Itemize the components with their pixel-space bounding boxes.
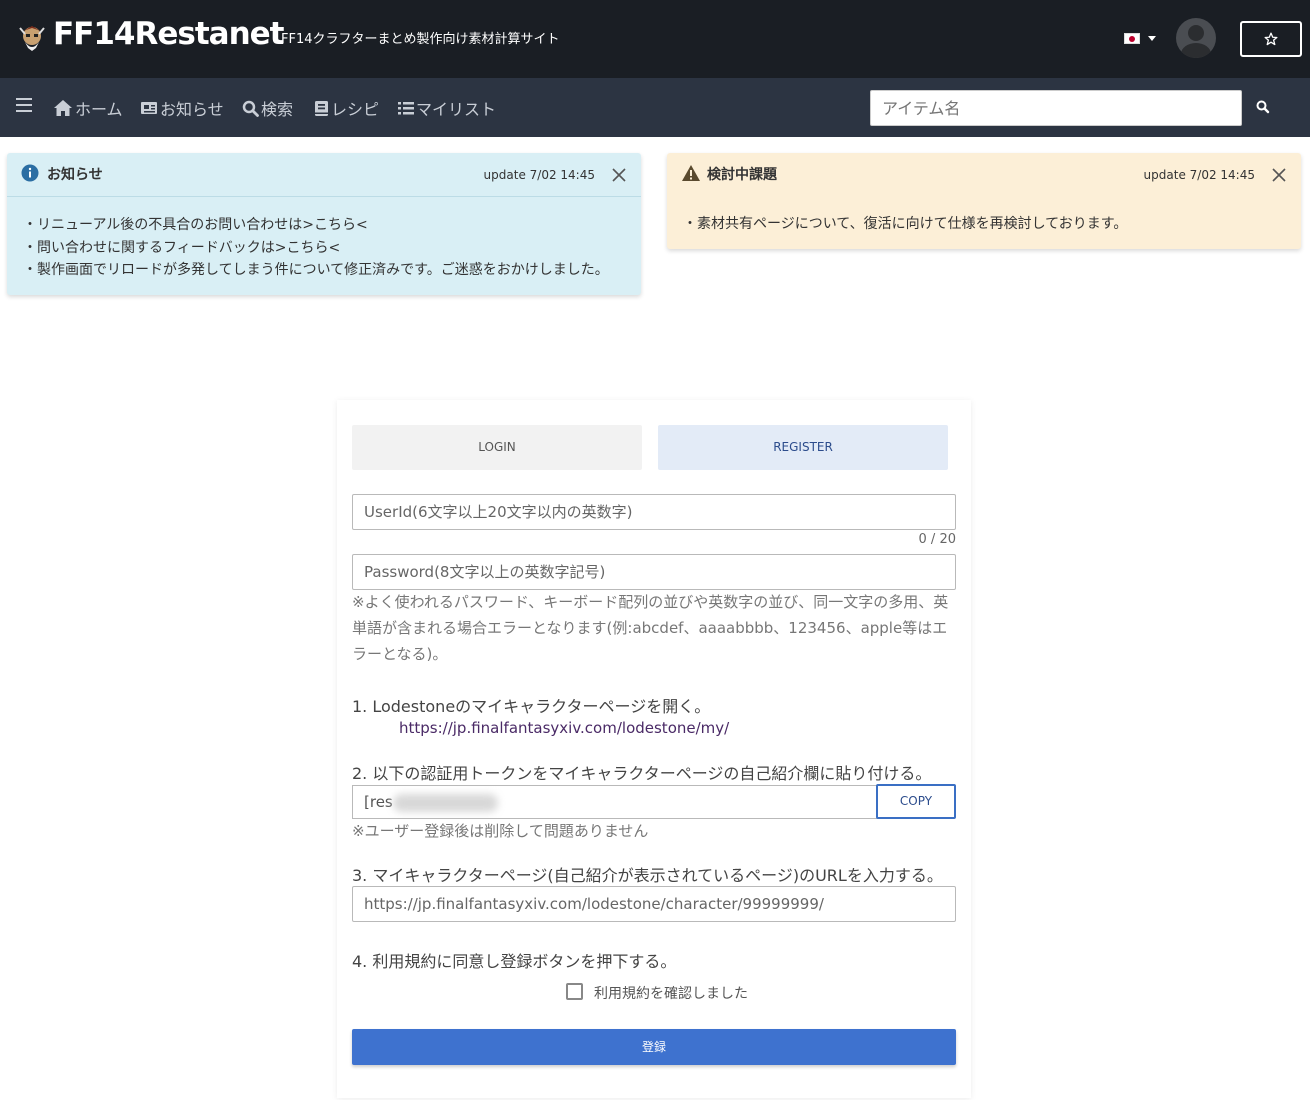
alert-title: 検討中課題	[707, 167, 777, 183]
nav-item-search[interactable]: 検索	[242, 96, 293, 120]
terms-checkbox[interactable]	[566, 983, 583, 1000]
step-4-text: 4. 利用規約に同意し登録ボタンを押下する。	[352, 952, 677, 971]
user-avatar[interactable]	[1176, 18, 1216, 58]
warning-icon	[682, 165, 700, 181]
alert-header: お知らせ update 7/02 14:45	[7, 153, 641, 197]
nav-item-label: ホーム	[75, 100, 123, 119]
warning-alert: 検討中課題 update 7/02 14:45 ・素材共有ページについて、復活に…	[667, 153, 1301, 249]
token-note: ※ユーザー登録後は削除して問題ありません	[352, 822, 649, 840]
brand-title[interactable]: FF14Restanet	[53, 16, 284, 52]
password-hint: ※よく使われるパスワード、キーボード配列の並びや英数字の並び、同一文字の多用、英…	[352, 593, 949, 663]
nav-item-home[interactable]: ホーム	[53, 96, 123, 120]
character-url-field[interactable]	[352, 886, 956, 922]
search-icon[interactable]	[1255, 99, 1271, 115]
home-icon	[54, 100, 72, 116]
chevron-down-icon[interactable]	[1148, 36, 1156, 41]
step-3-text: 3. マイキャラクターページ(自己紹介が表示されているページ)のURLを入力する…	[352, 866, 943, 885]
info-icon	[21, 164, 39, 182]
step-2-text: 2. 以下の認証用トークンをマイキャラクターページの自己紹介欄に貼り付ける。	[352, 764, 932, 783]
alert-body: ・素材共有ページについて、復活に向けて仕様を再検討しております。	[667, 196, 1127, 236]
token-redaction	[393, 794, 498, 812]
book-icon	[315, 100, 328, 116]
japan-flag-icon[interactable]	[1124, 33, 1140, 44]
lodestone-my-link[interactable]: https://jp.finalfantasyxiv.com/lodestone…	[399, 719, 729, 737]
copy-button[interactable]: COPY	[876, 784, 956, 819]
nav-item-news[interactable]: お知らせ	[140, 96, 224, 120]
alert-line: ・製作画面でリロードが多発してしまう件について修正済みです。ご迷惑をおかけしまし…	[23, 262, 609, 278]
site-tagline: FF14クラフターまとめ製作向け素材計算サイト	[281, 32, 560, 47]
tab-login[interactable]: LOGIN	[352, 425, 642, 470]
alert-header: 検討中課題 update 7/02 14:45	[667, 153, 1301, 197]
alert-body: ・リニューアル後の不具合のお問い合わせは>こちら< ・問い合わせに関するフィード…	[7, 197, 641, 282]
nav-item-mylist[interactable]: マイリスト	[398, 96, 496, 120]
alert-line-link[interactable]: ・リニューアル後の不具合のお問い合わせは>こちら<	[23, 214, 641, 237]
register-submit-button[interactable]: 登録	[352, 1029, 956, 1065]
password-field[interactable]	[352, 554, 956, 590]
info-alert: お知らせ update 7/02 14:45 ・リニューアル後の不具合のお問い合…	[7, 153, 641, 295]
tab-register[interactable]: REGISTER	[658, 425, 948, 470]
logo-icon[interactable]	[16, 22, 48, 54]
favorite-button[interactable]	[1240, 21, 1302, 57]
userid-field[interactable]	[352, 494, 956, 530]
search-icon	[242, 100, 259, 117]
menu-icon[interactable]	[16, 98, 32, 112]
alert-date: update 7/02 14:45	[483, 168, 595, 182]
alert-line-link[interactable]: ・問い合わせに関するフィードバックは>こちら<	[23, 237, 641, 260]
newspaper-icon	[141, 102, 157, 114]
list-icon	[398, 102, 414, 115]
nav-item-label: レシピ	[331, 100, 380, 119]
top-header: FF14Restanet FF14クラフターまとめ製作向け素材計算サイト	[0, 0, 1310, 78]
nav-item-label: 検索	[261, 100, 294, 119]
nav-item-label: お知らせ	[160, 100, 224, 119]
close-icon[interactable]	[611, 167, 627, 183]
token-field[interactable]: [res	[352, 785, 878, 819]
token-text: [res	[364, 793, 393, 811]
terms-label[interactable]: 利用規約を確認しました	[594, 983, 748, 1003]
step-1-text: 1. Lodestoneのマイキャラクターページを開く。	[352, 697, 711, 716]
close-icon[interactable]	[1271, 167, 1287, 183]
userid-counter: 0 / 20	[918, 532, 956, 547]
star-icon	[1264, 32, 1278, 46]
nav-item-recipe[interactable]: レシピ	[314, 96, 379, 120]
alert-line: ・素材共有ページについて、復活に向けて仕様を再検討しております。	[683, 216, 1128, 232]
nav-item-label: マイリスト	[416, 100, 497, 119]
alert-date: update 7/02 14:45	[1143, 168, 1255, 182]
register-card: LOGIN REGISTER 0 / 20 ※よく使われるパスワード、キーボード…	[337, 400, 971, 1098]
alert-title: お知らせ	[47, 167, 103, 183]
item-search-input[interactable]	[870, 90, 1242, 126]
